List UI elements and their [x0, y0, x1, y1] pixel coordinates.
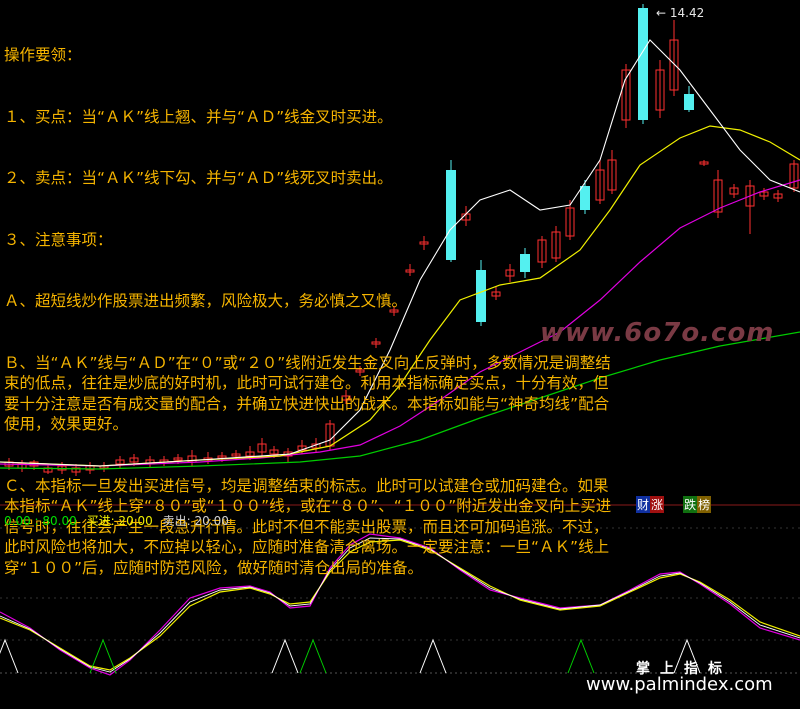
legend-levels: 0.00 : 80.00: [4, 514, 77, 528]
notes-title: 操作要领：: [4, 46, 82, 64]
price-high-value: 14.42: [669, 6, 705, 20]
note-line: ２、卖点：当“ＡＫ”线下勾、并与“ＡＤ”线死叉时卖出。: [4, 169, 393, 187]
signal-white-triangle: [0, 638, 19, 674]
legend-buy: 买进: 20.00: [86, 514, 153, 528]
signal-white-triangle: [419, 638, 447, 674]
badge-bang[interactable]: 榜: [697, 496, 712, 513]
note-line: ３、注意事项：: [4, 230, 113, 249]
candle-body: [684, 94, 694, 110]
signal-markers: [0, 638, 701, 674]
badge-die[interactable]: 跌: [683, 496, 698, 513]
indicator-legend: 0.00 : 80.00 买进: 20.00 卖出: 20.00: [4, 512, 235, 529]
price-high-label: ← 14.42: [656, 6, 705, 20]
legend-sell: 卖出: 20.00: [162, 514, 229, 528]
badge-cai[interactable]: 财: [636, 496, 651, 513]
note-line: １、买点：当“ＡＫ”线上翘、并与“ＡＤ”线金叉时买进。: [4, 107, 393, 126]
badge-zhang[interactable]: 涨: [650, 496, 665, 513]
signal-green-triangle: [299, 638, 327, 674]
site-url: www.palmindex.com: [586, 674, 773, 695]
signal-green-triangle: [567, 638, 595, 674]
badge-group: 财涨 跌榜: [636, 496, 712, 513]
signal-white-triangle: [271, 638, 299, 674]
note-line: Ａ、超短线炒作股票进出频繁，风险极大，务必慎之又慎。: [4, 292, 408, 310]
candle-body: [638, 8, 648, 120]
note-line: Ｂ、当“ＡＫ”线与“ＡＤ”在“０”或“２０”线附近发生金叉向上反弹时，多数情况是…: [4, 353, 611, 434]
chart-window: 操作要领： １、买点：当“ＡＫ”线上翘、并与“ＡＤ”线金叉时买进。 ２、卖点：当…: [0, 0, 800, 709]
